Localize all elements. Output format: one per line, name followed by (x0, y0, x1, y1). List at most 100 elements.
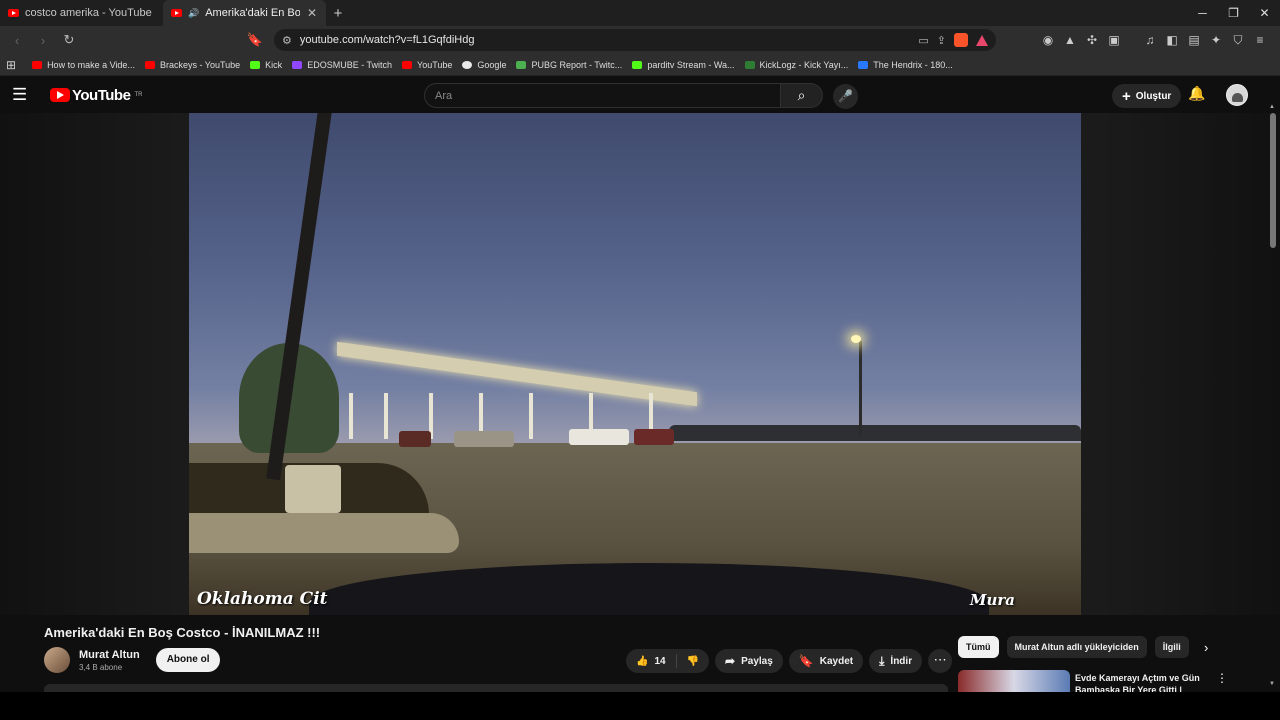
apps-grid-icon[interactable]: ⊞ (6, 58, 16, 72)
extensions-area: ◉ ▲ ✣ ▣ ♫ ◧ ▤ ✦ ⛉ ≡ (1040, 32, 1274, 48)
description-box[interactable] (44, 684, 948, 692)
minimize-icon[interactable]: ─ (1187, 0, 1218, 26)
bookmark-item[interactable]: YouTube (402, 60, 452, 70)
subscriber-count: 3,4 B abone (79, 662, 123, 672)
close-tab-icon[interactable]: ✕ (306, 6, 318, 20)
bookmark-item[interactable]: Brackeys - YouTube (144, 60, 240, 70)
bookmark-item[interactable]: PUBG Report - Twitc... (516, 60, 622, 70)
thumbs-down-icon: 👎 (686, 655, 700, 667)
chip-from-uploader[interactable]: Murat Altun adlı yükleyiciden (1006, 636, 1147, 658)
browser-window: costco amerika - YouTube 🔊 Amerika'daki … (0, 0, 1280, 720)
hendrix-favicon-icon (858, 60, 869, 69)
notifications-bell-icon[interactable]: 🔔 (1188, 85, 1205, 102)
create-button[interactable]: + Oluştur (1112, 84, 1182, 108)
brave-rewards-icon[interactable] (976, 34, 988, 46)
like-button[interactable]: 👍 14 (626, 649, 676, 673)
extension-cookie-icon[interactable]: ◉ (1040, 32, 1056, 48)
site-info-icon[interactable]: ⚙ (282, 34, 292, 47)
guide-menu-icon[interactable]: ☰ (12, 85, 42, 105)
account-avatar[interactable] (1226, 84, 1248, 106)
recommended-thumbnail[interactable] (958, 670, 1070, 692)
youtube-logo[interactable]: YouTube TR (50, 87, 142, 104)
bookmark-item[interactable]: How to make a Vide... (32, 60, 135, 70)
window-controls: ─ ❐ ✕ (1187, 0, 1280, 26)
youtube-favicon-icon (144, 60, 155, 69)
video-watermark-author: Mura (969, 591, 1015, 609)
twitch-favicon-icon (292, 60, 303, 69)
new-tab-button[interactable]: + (326, 5, 350, 22)
leo-ai-icon[interactable]: ✦ (1208, 32, 1224, 48)
bookmarks-bar: ⊞ How to make a Vide... Brackeys - YouTu… (0, 54, 1280, 76)
video-title: Amerika'daki En Boş Costco - İNANILMAZ !… (44, 625, 321, 640)
more-actions-icon[interactable]: ⋯ (928, 649, 953, 673)
google-favicon-icon (462, 60, 473, 69)
kicklogz-favicon-icon (744, 60, 755, 69)
sidebar-icon[interactable]: ◧ (1164, 32, 1180, 48)
search-button[interactable]: ⌕ (781, 83, 823, 108)
video-actions: 👍 14 👎 ➦ Paylaş 🔖 Kaydet ⤓ İndir ⋯ (626, 649, 953, 673)
youtube-favicon-icon (8, 9, 19, 17)
share-icon[interactable]: ⇪ (937, 34, 946, 47)
bookmark-item[interactable]: parditv Stream - Wa... (632, 60, 735, 70)
search-box: ⌕ (424, 83, 823, 108)
share-arrow-icon: ➦ (725, 654, 736, 668)
close-window-icon[interactable]: ✕ (1249, 0, 1280, 26)
bookmark-icon[interactable]: 🔖 (244, 32, 266, 48)
recommended-more-icon[interactable]: ⋮ (1216, 671, 1228, 685)
bookmark-item[interactable]: EDOSMUBE - Twitch (292, 60, 392, 70)
menu-icon[interactable]: ≡ (1252, 32, 1268, 48)
bookmark-item[interactable]: Kick (250, 60, 282, 70)
youtube-favicon-icon (402, 60, 413, 69)
dislike-button[interactable]: 👎 (677, 649, 709, 673)
save-button[interactable]: 🔖 Kaydet (788, 649, 864, 673)
subscribe-button[interactable]: Abone ol (155, 648, 221, 672)
voice-search-icon[interactable]: 🎤 (833, 84, 858, 109)
bookmark-item[interactable]: KickLogz - Kick Yayı... (744, 60, 848, 70)
like-dislike-group: 👍 14 👎 (626, 649, 710, 673)
channel-row: Murat Altun 3,4 B abone Abone ol (44, 647, 221, 673)
recommended-title[interactable]: Evde Kamerayı Açtım ve Gün Bambaşka Bir … (1075, 672, 1205, 692)
tab-current-video[interactable]: 🔊 Amerika'daki En Boş Costco · ✕ (163, 0, 326, 26)
back-icon[interactable]: ‹ (6, 33, 28, 48)
page-scrollbar[interactable] (1270, 113, 1276, 248)
tab-title: costco amerika - YouTube (25, 7, 152, 19)
address-bar[interactable]: ⚙ youtube.com/watch?v=fL1GqfdiHdg ▭ ⇪ (274, 29, 996, 51)
pubg-report-favicon-icon (516, 60, 527, 69)
speaker-icon[interactable]: 🔊 (188, 8, 199, 19)
tab-costco-search[interactable]: costco amerika - YouTube (0, 0, 163, 26)
youtube-play-icon (50, 88, 70, 102)
media-music-icon[interactable]: ♫ (1142, 32, 1158, 48)
chip-all[interactable]: Tümü (958, 636, 999, 658)
search-input[interactable] (424, 83, 781, 108)
share-button[interactable]: ➦ Paylaş (715, 649, 783, 673)
bookmark-item[interactable]: Google (462, 60, 506, 70)
kick-favicon-icon (632, 60, 643, 69)
wallet-icon[interactable]: ▤ (1186, 32, 1202, 48)
vpn-shield-icon[interactable]: ⛉ (1230, 32, 1246, 48)
channel-avatar[interactable] (44, 647, 70, 673)
screenshot-icon[interactable]: ▣ (1106, 32, 1122, 48)
search-icon: ⌕ (797, 87, 806, 103)
like-count: 14 (654, 655, 666, 667)
kick-favicon-icon (250, 60, 261, 69)
chevron-right-icon[interactable]: › (1204, 640, 1208, 655)
chip-related[interactable]: İlgili (1154, 636, 1189, 658)
scroll-up-arrow-icon[interactable]: ▲ (1269, 104, 1275, 110)
cast-icon[interactable]: ▭ (918, 34, 928, 47)
scroll-down-arrow-icon[interactable]: ▼ (1269, 681, 1275, 687)
download-button[interactable]: ⤓ İndir (869, 649, 923, 673)
thumbs-up-icon: 👍 (636, 655, 649, 667)
restore-icon[interactable]: ❐ (1218, 0, 1249, 26)
youtube-favicon-icon (32, 60, 43, 69)
reload-icon[interactable]: ↻ (58, 32, 80, 48)
channel-name[interactable]: Murat Altun (79, 649, 140, 661)
recommended-video[interactable]: Evde Kamerayı Açtım ve Gün Bambaşka Bir … (958, 670, 1220, 692)
video-player[interactable]: Oklahoma Cit Mura (189, 113, 1081, 615)
extensions-puzzle-icon[interactable]: ✣ (1084, 32, 1100, 48)
forward-icon[interactable]: › (32, 33, 54, 48)
related-filter-chips: Tümü Murat Altun adlı yükleyiciden İlgil… (958, 636, 1189, 658)
brave-shields-icon[interactable] (954, 33, 968, 47)
bookmark-item[interactable]: The Hendrix - 180... (858, 60, 953, 70)
bookmark-save-icon: 🔖 (798, 654, 814, 668)
extension-tool-icon[interactable]: ▲ (1062, 32, 1078, 48)
